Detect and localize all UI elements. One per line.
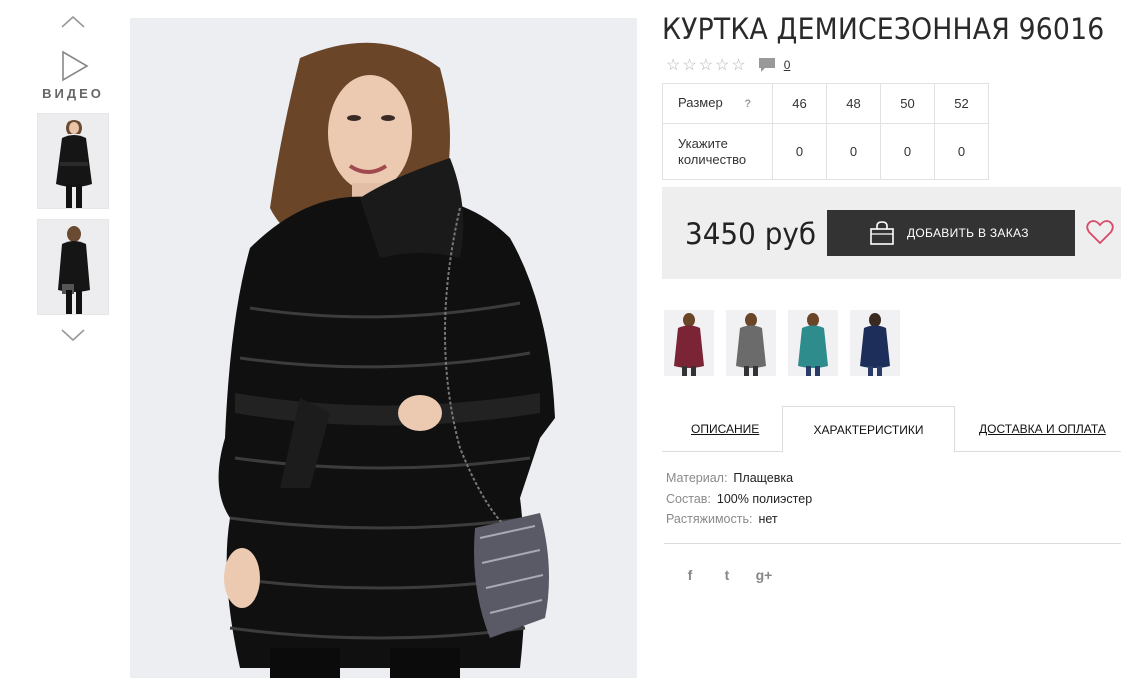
quantity-input[interactable]: 0 xyxy=(934,123,989,180)
color-variant-thumbnail[interactable] xyxy=(850,310,900,376)
spec-row: Материал: Плащевка xyxy=(666,468,812,489)
size-cell: 52 xyxy=(934,83,989,124)
chevron-up-icon[interactable] xyxy=(58,12,88,34)
quantity-label-cell: Укажите количество xyxy=(662,123,773,180)
spec-key: Состав: xyxy=(666,491,711,506)
star-icon[interactable]: ☆ xyxy=(731,55,745,75)
spec-key: Растяжимость: xyxy=(666,512,753,526)
spec-value: Плащевка xyxy=(733,471,794,485)
size-row: Размер ? 46 48 50 52 xyxy=(662,83,989,124)
quantity-input[interactable]: 0 xyxy=(772,123,827,180)
divider xyxy=(664,543,1121,544)
star-icon[interactable]: ☆ xyxy=(715,55,729,75)
quantity-label-line2: количество xyxy=(678,151,747,167)
twitter-icon[interactable]: t xyxy=(718,566,736,584)
video-label[interactable]: ВИДЕО xyxy=(30,86,116,101)
buy-box: 3450 руб ДОБАВИТЬ В ЗАКАЗ xyxy=(662,187,1121,279)
color-variant-thumbnail[interactable] xyxy=(664,310,714,376)
color-variant-thumbnail[interactable] xyxy=(726,310,776,376)
spec-value: нет xyxy=(758,512,778,526)
tab-characteristics[interactable]: ХАРАКТЕРИСТИКИ xyxy=(782,406,955,453)
comment-icon[interactable] xyxy=(758,57,776,73)
tabs: ОПИСАНИЕ ХАРАКТЕРИСТИКИ ДОСТАВКА И ОПЛАТ… xyxy=(662,406,1121,453)
gallery-thumbnail-back[interactable] xyxy=(37,219,109,315)
social-share: f t g+ xyxy=(681,566,792,584)
specs-list: Материал: Плащевка Состав: 100% полиэстер … xyxy=(666,468,812,530)
size-cell: 48 xyxy=(826,83,881,124)
spec-key: Материал: xyxy=(666,471,728,485)
shopping-bag-icon xyxy=(870,221,894,245)
size-label-cell: Размер ? xyxy=(662,83,773,124)
color-variant-thumbnail[interactable] xyxy=(788,310,838,376)
star-icon[interactable]: ☆ xyxy=(699,55,713,75)
main-product-image[interactable] xyxy=(130,18,637,678)
size-label: Размер xyxy=(678,95,723,110)
play-icon[interactable] xyxy=(53,48,93,84)
google-plus-icon[interactable]: g+ xyxy=(755,566,773,584)
add-to-order-label: ДОБАВИТЬ В ЗАКАЗ xyxy=(907,226,1029,240)
spec-value: 100% полиэстер xyxy=(716,491,813,506)
thumbnail-column: ВИДЕО xyxy=(30,12,116,345)
gallery-thumbnail-front[interactable] xyxy=(37,113,109,209)
spec-row: Растяжимость: нет xyxy=(666,509,812,530)
rating: ☆ ☆ ☆ ☆ ☆ 0 xyxy=(666,55,790,75)
help-icon[interactable]: ? xyxy=(744,98,751,110)
tab-characteristics-label: ХАРАКТЕРИСТИКИ xyxy=(813,423,924,437)
star-icon[interactable]: ☆ xyxy=(666,55,680,75)
tab-delivery-payment-label: ДОСТАВКА И ОПЛАТА xyxy=(979,422,1106,436)
tab-delivery-payment[interactable]: ДОСТАВКА И ОПЛАТА xyxy=(979,406,1106,452)
tab-description[interactable]: ОПИСАНИЕ xyxy=(691,406,759,452)
star-icon[interactable]: ☆ xyxy=(682,55,696,75)
size-cell: 46 xyxy=(772,83,827,124)
facebook-icon[interactable]: f xyxy=(681,566,699,584)
size-cell: 50 xyxy=(880,83,935,124)
chevron-down-icon[interactable] xyxy=(58,323,88,345)
price: 3450 руб xyxy=(685,217,817,251)
quantity-row: Укажите количество 0 0 0 0 xyxy=(662,123,989,180)
heart-icon[interactable] xyxy=(1086,219,1114,245)
size-table: Размер ? 46 48 50 52 Укажите количество … xyxy=(662,83,989,180)
quantity-label-line1: Укажите xyxy=(678,135,728,151)
color-variants xyxy=(664,310,912,376)
add-to-order-button[interactable]: ДОБАВИТЬ В ЗАКАЗ xyxy=(827,210,1075,256)
comment-count[interactable]: 0 xyxy=(784,58,791,72)
quantity-input[interactable]: 0 xyxy=(826,123,881,180)
product-title: КУРТКА ДЕМИСЕЗОННАЯ 96016 xyxy=(662,12,1105,46)
spec-row: Состав: 100% полиэстер xyxy=(666,489,812,510)
quantity-input[interactable]: 0 xyxy=(880,123,935,180)
tab-description-label: ОПИСАНИЕ xyxy=(691,422,760,436)
